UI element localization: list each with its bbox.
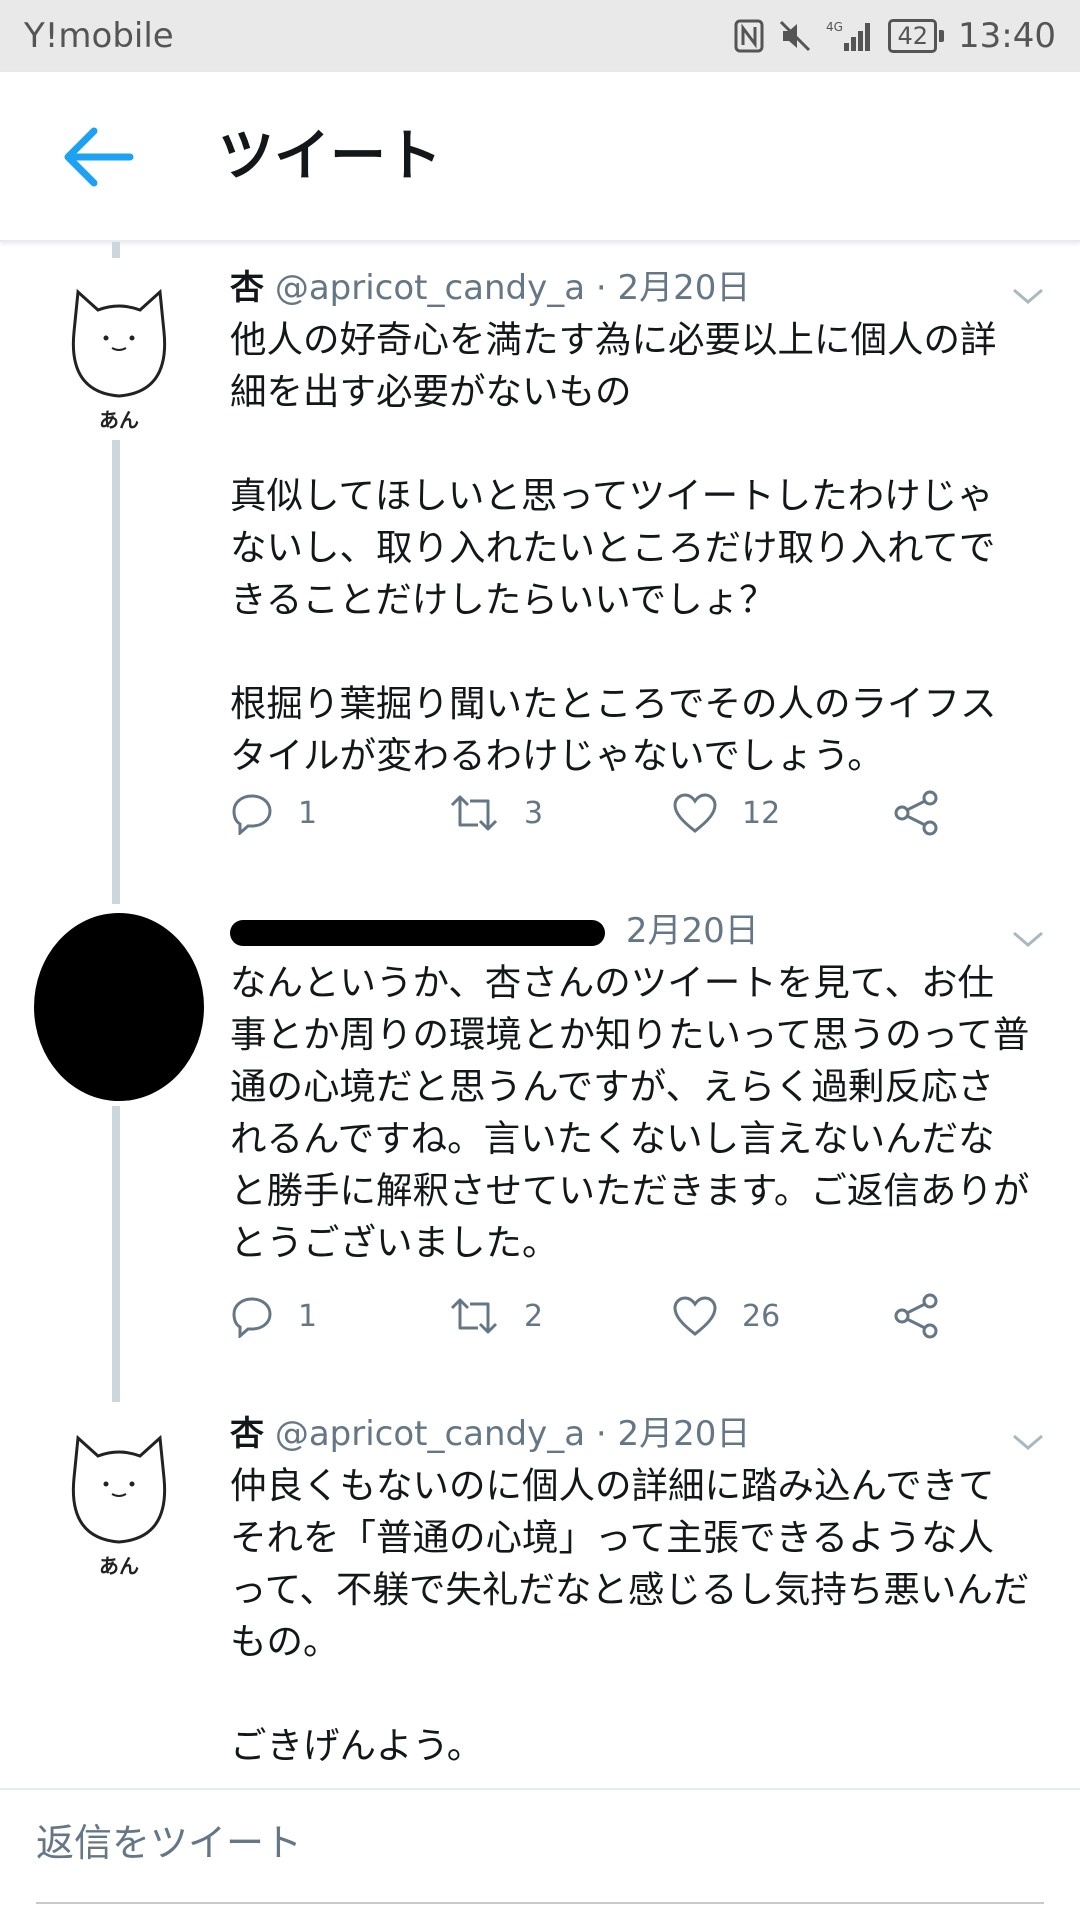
- reply-input-underline: [36, 1902, 1044, 1904]
- tweet-date[interactable]: · 2月20日: [596, 1414, 751, 1454]
- mute-icon: [780, 20, 811, 52]
- reply-button[interactable]: 1: [230, 786, 317, 840]
- tweet-actions: 1 3 12: [230, 786, 970, 840]
- reply-icon: [232, 794, 272, 835]
- like-count: 26: [742, 1298, 781, 1334]
- like-button[interactable]: 12: [672, 786, 780, 840]
- tweet[interactable]: 2月20日 なんというか、杏さんのツイートを見て、お仕事とか周りの環境とか知りた…: [0, 905, 1080, 1355]
- reply-count: 1: [298, 1298, 318, 1334]
- tweet-text: 仲良くもないのに個人の詳細に踏み込んできてそれを「普通の心境」って主張できるよう…: [230, 1464, 1030, 1767]
- avatar[interactable]: [34, 913, 204, 1101]
- display-name[interactable]: 杏: [230, 268, 264, 308]
- nfc-icon: [734, 19, 764, 53]
- tweet-text: なんというか、杏さんのツイートを見て、お仕事とか周りの環境とか知りたいって思うの…: [230, 961, 1030, 1264]
- heart-icon: [673, 793, 717, 833]
- avatar-label: あん: [99, 408, 139, 432]
- reply-icon: [232, 1297, 272, 1338]
- avatar[interactable]: あん: [64, 272, 174, 432]
- reply-count: 1: [298, 795, 318, 831]
- tweet[interactable]: あん 杏 @apricot_candy_a · 2月20日 仲良くもないのに個人…: [0, 1408, 1080, 1767]
- tweet-header: 杏 @apricot_candy_a · 2月20日: [230, 266, 750, 310]
- share-button[interactable]: [892, 786, 940, 840]
- tweet[interactable]: あん 杏 @apricot_candy_a · 2月20日 他人の好奇心を満たす…: [0, 262, 1080, 872]
- redacted-user-info: [230, 919, 605, 946]
- heart-icon: [673, 1296, 717, 1336]
- chevron-down-icon[interactable]: [1010, 927, 1046, 951]
- tweet-header: 杏 @apricot_candy_a · 2月20日: [230, 1412, 750, 1456]
- retweet-icon: [450, 1298, 498, 1334]
- tweet-date[interactable]: · 2月20日: [596, 268, 751, 308]
- user-handle[interactable]: @apricot_candy_a: [275, 268, 585, 308]
- thread-connector: [112, 242, 120, 258]
- tweet-actions: 1 2 26: [230, 1289, 970, 1343]
- display-name[interactable]: 杏: [230, 1414, 264, 1454]
- svg-text:4G: 4G: [826, 20, 843, 34]
- status-bar: Y!mobile 4G 42 13:40: [0, 0, 1080, 72]
- arrow-left-icon[interactable]: [58, 122, 138, 192]
- avatar[interactable]: あん: [64, 1418, 174, 1578]
- tweet-header: 2月20日: [230, 909, 759, 953]
- share-icon: [894, 1293, 938, 1339]
- like-count: 12: [742, 795, 781, 831]
- retweet-button[interactable]: 2: [448, 1289, 543, 1343]
- chevron-down-icon[interactable]: [1010, 1430, 1046, 1454]
- chevron-down-icon[interactable]: [1010, 284, 1046, 308]
- reply-input[interactable]: 返信をツイート: [36, 1812, 302, 1867]
- retweet-count: 3: [524, 795, 544, 831]
- share-icon: [894, 790, 938, 836]
- retweet-icon: [450, 795, 498, 831]
- reply-bar: 返信をツイート: [0, 1788, 1080, 1922]
- retweet-button[interactable]: 3: [448, 786, 543, 840]
- tweet-date[interactable]: 2月20日: [626, 911, 759, 951]
- like-button[interactable]: 26: [672, 1289, 780, 1343]
- tweet-text: 他人の好奇心を満たす為に必要以上に個人の詳細を出す必要がないもの 真似してほしい…: [230, 318, 997, 777]
- app-header: ツイート: [0, 72, 1080, 242]
- reply-button[interactable]: 1: [230, 1289, 317, 1343]
- page-title: ツイート: [218, 124, 442, 189]
- clock: 13:40: [958, 16, 1056, 56]
- battery-icon: 42: [888, 19, 945, 53]
- signal-icon: 4G: [826, 20, 871, 51]
- retweet-count: 2: [524, 1298, 544, 1334]
- carrier-label: Y!mobile: [24, 16, 174, 56]
- avatar-label: あん: [99, 1554, 139, 1578]
- share-button[interactable]: [892, 1289, 940, 1343]
- user-handle[interactable]: @apricot_candy_a: [275, 1414, 585, 1454]
